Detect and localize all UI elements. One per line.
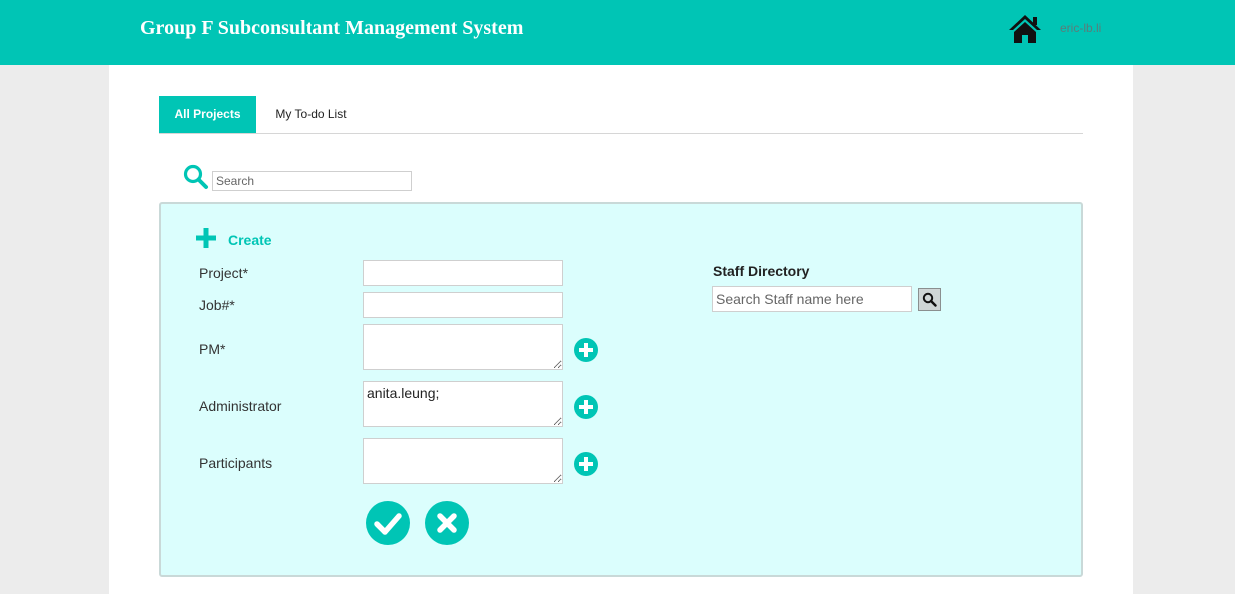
add-administrator-icon[interactable] (574, 395, 598, 419)
job-number-label: Job#* (199, 297, 235, 313)
plus-icon[interactable] (196, 228, 216, 248)
create-link[interactable]: Create (228, 232, 272, 248)
participants-textarea[interactable] (363, 438, 563, 484)
user-name-link[interactable]: eric-lb.li (1060, 21, 1101, 35)
home-icon[interactable] (1008, 14, 1042, 44)
pm-label: PM* (199, 341, 226, 357)
administrator-label: Administrator (199, 398, 282, 414)
staff-directory-title: Staff Directory (713, 263, 810, 279)
confirm-button[interactable] (366, 501, 410, 545)
tab-bar: All Projects My To-do List (159, 96, 1083, 134)
tab-my-todo-list[interactable]: My To-do List (256, 96, 366, 133)
project-input[interactable] (363, 260, 563, 286)
search-icon[interactable] (183, 164, 209, 190)
tab-all-projects[interactable]: All Projects (159, 96, 256, 133)
participants-label: Participants (199, 455, 273, 471)
cancel-button[interactable] (425, 501, 469, 545)
pm-textarea[interactable] (363, 324, 563, 370)
create-project-panel: Create Project* Job#* PM* Administrator … (159, 202, 1083, 577)
administrator-textarea[interactable]: anita.leung; (363, 381, 563, 427)
search-input[interactable] (212, 171, 412, 191)
add-pm-icon[interactable] (574, 338, 598, 362)
app-title: Group F Subconsultant Management System (140, 17, 524, 39)
staff-search-button[interactable] (918, 288, 941, 311)
staff-search-input[interactable] (712, 286, 912, 312)
project-label: Project* (199, 265, 249, 281)
job-number-input[interactable] (363, 292, 563, 318)
top-bar: Group F Subconsultant Management System … (0, 0, 1235, 65)
check-circle-icon (366, 501, 410, 545)
magnifier-icon (922, 292, 937, 307)
main-content: All Projects My To-do List Create Projec… (109, 65, 1133, 594)
times-circle-icon (425, 501, 469, 545)
add-participants-icon[interactable] (574, 452, 598, 476)
